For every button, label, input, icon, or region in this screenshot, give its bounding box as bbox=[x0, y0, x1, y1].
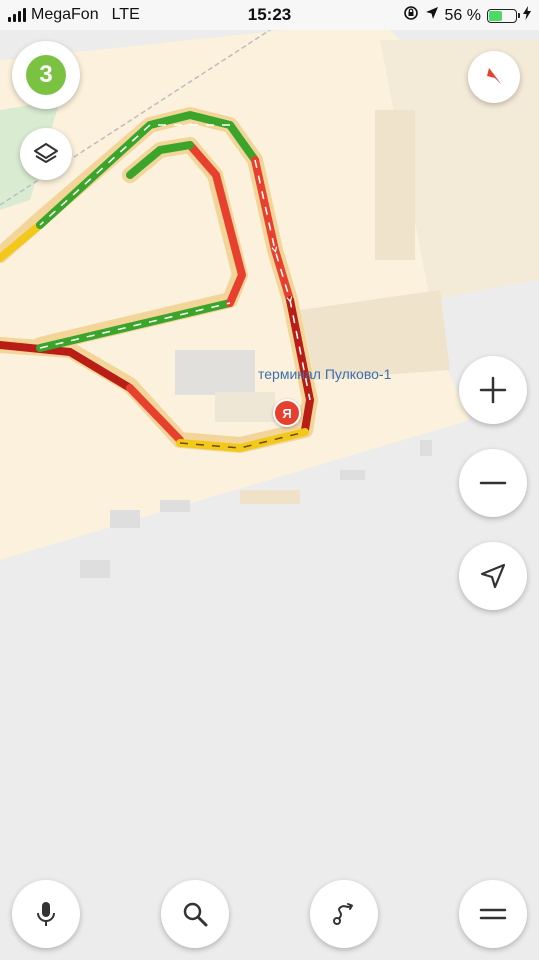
layers-icon bbox=[32, 140, 60, 168]
traffic-level-value: 3 bbox=[26, 55, 66, 95]
battery-percent: 56 % bbox=[444, 6, 481, 24]
zoom-out-button[interactable] bbox=[459, 449, 527, 517]
microphone-icon bbox=[31, 899, 61, 929]
route-icon bbox=[329, 899, 359, 929]
search-icon bbox=[180, 899, 210, 929]
battery-icon bbox=[487, 8, 520, 23]
compass-button[interactable] bbox=[468, 51, 520, 103]
menu-icon bbox=[478, 899, 508, 929]
traffic-level-button[interactable]: 3 bbox=[12, 41, 80, 109]
voice-search-button[interactable] bbox=[12, 880, 80, 948]
search-button[interactable] bbox=[161, 880, 229, 948]
charging-icon bbox=[523, 6, 531, 25]
my-location-button[interactable] bbox=[459, 542, 527, 610]
minus-icon bbox=[478, 468, 508, 498]
status-right: 56 % bbox=[403, 5, 531, 26]
menu-button[interactable] bbox=[459, 880, 527, 948]
status-bar: MegaFon LTE 15:23 56 % bbox=[0, 0, 539, 30]
zoom-in-button[interactable] bbox=[459, 356, 527, 424]
user-location-marker[interactable]: Я bbox=[273, 399, 301, 427]
location-services-icon bbox=[425, 6, 439, 25]
compass-icon bbox=[481, 64, 507, 90]
layers-button[interactable] bbox=[20, 128, 72, 180]
place-label[interactable]: терминал Пулково-1 bbox=[258, 366, 391, 382]
rotation-lock-icon bbox=[403, 5, 419, 26]
location-arrow-icon bbox=[478, 561, 508, 591]
routes-button[interactable] bbox=[310, 880, 378, 948]
plus-icon bbox=[478, 375, 508, 405]
